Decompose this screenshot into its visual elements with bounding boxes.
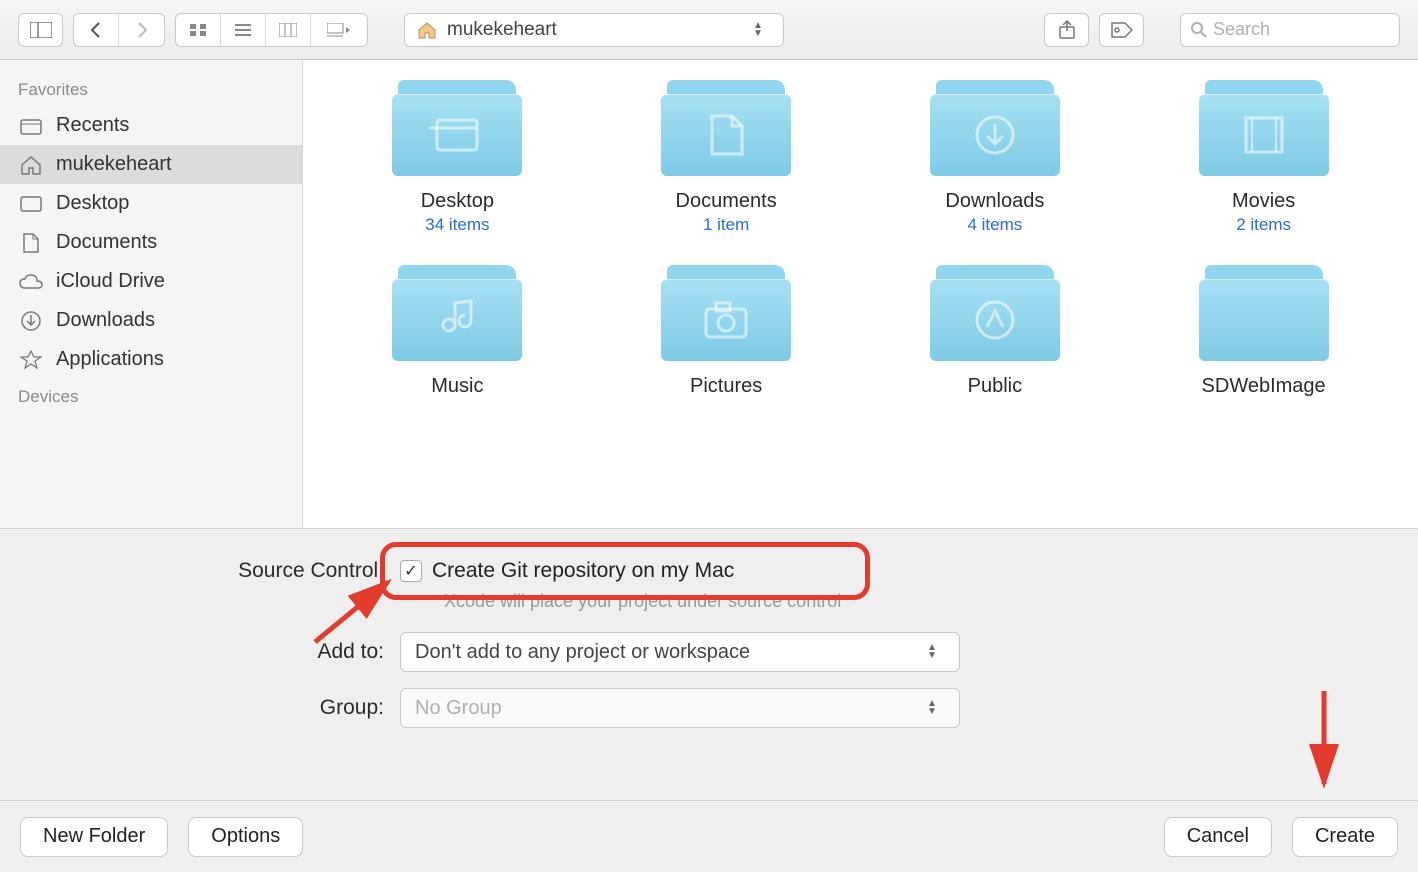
add-to-value: Don't add to any project or workspace bbox=[415, 641, 750, 664]
folder-item[interactable]: Desktop 34 items bbox=[343, 80, 572, 235]
downloads-icon bbox=[18, 310, 44, 332]
source-control-hint: Xcode will place your project under sour… bbox=[444, 591, 1418, 612]
folder-icon bbox=[392, 80, 522, 180]
folder-name: Pictures bbox=[690, 375, 762, 398]
group-label: Group: bbox=[0, 696, 400, 720]
search-input[interactable]: Search bbox=[1180, 13, 1400, 47]
add-to-label: Add to: bbox=[0, 640, 400, 664]
folder-icon bbox=[392, 265, 522, 365]
group-value: No Group bbox=[415, 697, 502, 720]
column-view-button[interactable] bbox=[266, 14, 311, 46]
folder-icon bbox=[661, 265, 791, 365]
folder-item-count: 4 items bbox=[967, 215, 1022, 235]
back-button[interactable] bbox=[74, 14, 119, 46]
folder-icon bbox=[1199, 265, 1329, 365]
sidebar-heading-devices: Devices bbox=[0, 379, 302, 413]
git-repo-checkbox-label: Create Git repository on my Mac bbox=[432, 559, 734, 583]
add-to-select[interactable]: Don't add to any project or workspace ▲▼ bbox=[400, 632, 960, 672]
cloud-icon bbox=[18, 271, 44, 293]
cancel-button[interactable]: Cancel bbox=[1164, 817, 1272, 857]
file-browser: Desktop 34 items Documents 1 item Downlo… bbox=[303, 60, 1418, 528]
sidebar-item-label: mukekeheart bbox=[56, 153, 172, 176]
folder-name: Music bbox=[431, 375, 483, 398]
home-icon bbox=[18, 154, 44, 176]
location-stepper-icon: ▲▼ bbox=[753, 22, 771, 38]
chevron-updown-icon: ▲▼ bbox=[927, 700, 945, 716]
create-button[interactable]: Create bbox=[1292, 817, 1398, 857]
gallery-view-button[interactable] bbox=[311, 14, 367, 46]
recents-icon bbox=[18, 115, 44, 137]
forward-button[interactable] bbox=[119, 14, 164, 46]
sidebar-item-icloud[interactable]: iCloud Drive bbox=[0, 262, 302, 301]
search-icon bbox=[1191, 22, 1207, 38]
group-select[interactable]: No Group ▲▼ bbox=[400, 688, 960, 728]
folder-item[interactable]: Public bbox=[881, 265, 1110, 400]
folder-icon bbox=[930, 80, 1060, 180]
location-picker[interactable]: mukekeheart ▲▼ bbox=[404, 13, 784, 47]
folder-name: SDWebImage bbox=[1202, 375, 1326, 398]
sidebar-item-label: Downloads bbox=[56, 309, 155, 332]
icon-view-button[interactable] bbox=[176, 14, 221, 46]
git-repo-checkbox[interactable]: ✓ bbox=[400, 560, 422, 582]
nav-buttons bbox=[73, 13, 165, 47]
folder-name: Desktop bbox=[421, 190, 494, 213]
list-view-button[interactable] bbox=[221, 14, 266, 46]
chevron-updown-icon: ▲▼ bbox=[927, 644, 945, 660]
folder-item[interactable]: Music bbox=[343, 265, 572, 400]
sidebar-item-label: Applications bbox=[56, 348, 164, 371]
folder-item-count: 2 items bbox=[1236, 215, 1291, 235]
desktop-icon bbox=[18, 193, 44, 215]
folder-name: Public bbox=[968, 375, 1022, 398]
share-button[interactable] bbox=[1044, 13, 1089, 47]
sidebar-item-downloads[interactable]: Downloads bbox=[0, 301, 302, 340]
search-placeholder: Search bbox=[1213, 19, 1270, 40]
home-icon bbox=[417, 21, 437, 39]
sidebar: Favorites Recents mukekeheart Desktop Do… bbox=[0, 60, 303, 528]
new-folder-button[interactable]: New Folder bbox=[20, 817, 168, 857]
sidebar-item-label: iCloud Drive bbox=[56, 270, 165, 293]
tags-button[interactable] bbox=[1099, 13, 1144, 47]
folder-item[interactable]: Documents 1 item bbox=[612, 80, 841, 235]
sidebar-item-label: Recents bbox=[56, 114, 129, 137]
toolbar: mukekeheart ▲▼ Search bbox=[0, 0, 1418, 60]
sidebar-item-label: Documents bbox=[56, 231, 157, 254]
folder-item-count: 34 items bbox=[425, 215, 489, 235]
sidebar-item-documents[interactable]: Documents bbox=[0, 223, 302, 262]
sidebar-item-home[interactable]: mukekeheart bbox=[0, 145, 302, 184]
sidebar-item-desktop[interactable]: Desktop bbox=[0, 184, 302, 223]
folder-item[interactable]: Movies 2 items bbox=[1149, 80, 1378, 235]
folder-name: Downloads bbox=[945, 190, 1044, 213]
folder-item-count: 1 item bbox=[703, 215, 749, 235]
location-label: mukekeheart bbox=[447, 19, 557, 41]
sidebar-toggle-button[interactable] bbox=[18, 13, 63, 47]
folder-name: Movies bbox=[1232, 190, 1295, 213]
folder-icon bbox=[661, 80, 791, 180]
folder-item[interactable]: Pictures bbox=[612, 265, 841, 400]
main-area: Favorites Recents mukekeheart Desktop Do… bbox=[0, 60, 1418, 528]
source-control-label: Source Control: bbox=[0, 559, 400, 583]
options-panel: Source Control: ✓ Create Git repository … bbox=[0, 528, 1418, 872]
documents-icon bbox=[18, 232, 44, 254]
sidebar-item-applications[interactable]: Applications bbox=[0, 340, 302, 379]
sidebar-item-label: Desktop bbox=[56, 192, 129, 215]
folder-item[interactable]: Downloads 4 items bbox=[881, 80, 1110, 235]
options-button[interactable]: Options bbox=[188, 817, 303, 857]
apps-icon bbox=[18, 349, 44, 371]
folder-item[interactable]: SDWebImage bbox=[1149, 265, 1378, 400]
folder-icon bbox=[1199, 80, 1329, 180]
folder-name: Documents bbox=[676, 190, 777, 213]
folder-icon bbox=[930, 265, 1060, 365]
sidebar-heading-favorites: Favorites bbox=[0, 72, 302, 106]
footer: New Folder Options Cancel Create bbox=[0, 800, 1418, 872]
sidebar-item-recents[interactable]: Recents bbox=[0, 106, 302, 145]
view-mode-buttons bbox=[175, 13, 368, 47]
